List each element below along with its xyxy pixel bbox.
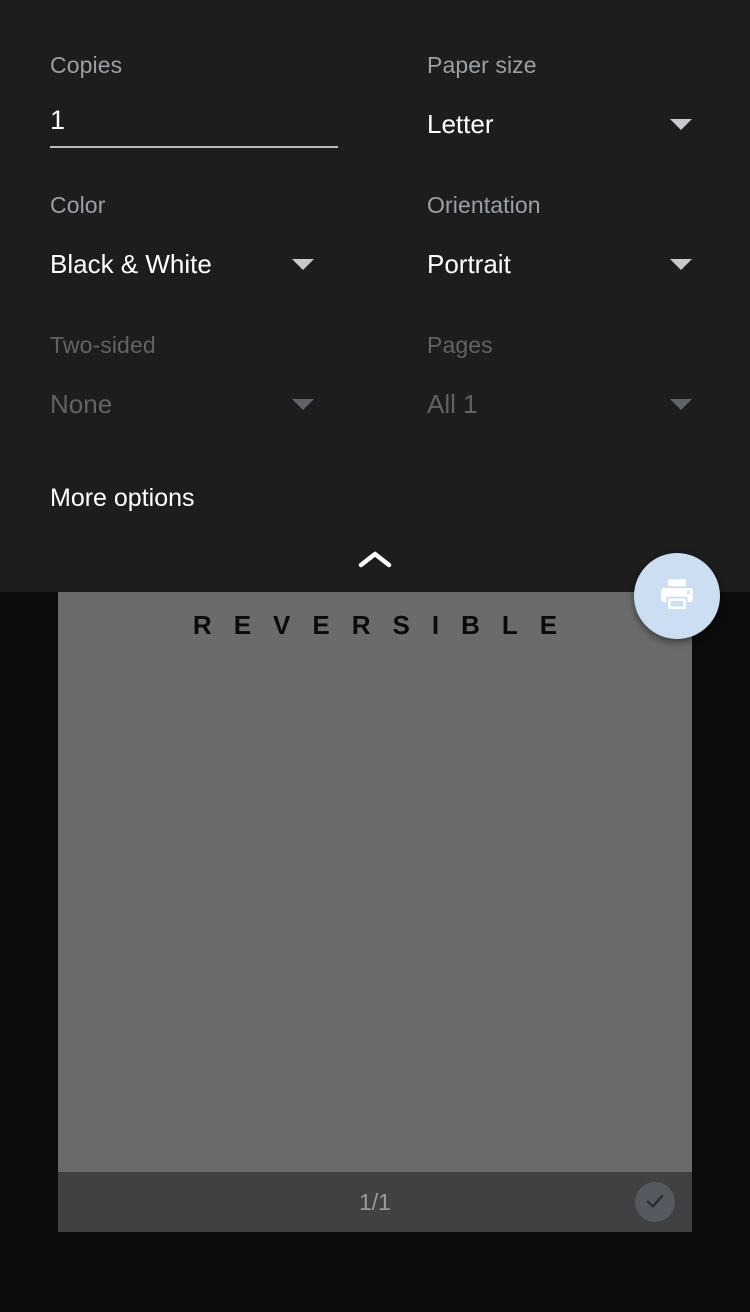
page-counter: 1/1	[359, 1188, 391, 1215]
pages-dropdown: All 1	[427, 389, 692, 420]
paper-size-field: Paper size Letter	[427, 52, 692, 140]
two-sided-label: Two-sided	[50, 332, 156, 358]
color-dropdown[interactable]: Black & White	[50, 249, 314, 280]
copies-input[interactable]	[50, 105, 338, 148]
preview-toolbar: 1/1	[58, 1172, 692, 1232]
pages-field: Pages All 1	[427, 332, 692, 420]
orientation-label: Orientation	[427, 192, 541, 218]
color-field: Color Black & White	[50, 192, 314, 280]
two-sided-field: Two-sided None	[50, 332, 314, 420]
print-settings-panel: Copies Paper size Letter Color Black & W…	[0, 0, 750, 592]
collapse-panel-button[interactable]	[335, 536, 415, 584]
print-preview-screen: Copies Paper size Letter Color Black & W…	[0, 0, 750, 1312]
orientation-dropdown[interactable]: Portrait	[427, 249, 692, 280]
paper-size-value: Letter	[427, 109, 494, 139]
chevron-down-icon	[670, 399, 692, 410]
chevron-up-icon	[358, 550, 392, 570]
document-title-text: REVERSIBLE	[192, 610, 580, 640]
orientation-field: Orientation Portrait	[427, 192, 692, 280]
chevron-down-icon	[292, 259, 314, 270]
printer-icon	[656, 574, 698, 619]
page-preview[interactable]: REVERSIBLE	[58, 592, 692, 1232]
paper-size-dropdown[interactable]: Letter	[427, 109, 692, 140]
pages-label: Pages	[427, 332, 493, 358]
more-options-button[interactable]: More options	[50, 484, 195, 513]
orientation-value: Portrait	[427, 249, 511, 279]
page-select-checkbox[interactable]	[635, 1182, 675, 1222]
pages-value: All 1	[427, 389, 478, 419]
copies-field: Copies	[50, 52, 338, 148]
two-sided-dropdown: None	[50, 389, 314, 420]
chevron-down-icon	[670, 119, 692, 130]
color-value: Black & White	[50, 249, 212, 279]
check-circle-icon	[642, 1188, 668, 1217]
color-label: Color	[50, 192, 106, 218]
print-button[interactable]	[634, 553, 720, 639]
chevron-down-icon	[292, 399, 314, 410]
paper-size-label: Paper size	[427, 52, 537, 78]
document-preview-area: REVERSIBLE 1/1	[0, 592, 750, 1312]
chevron-down-icon	[670, 259, 692, 270]
two-sided-value: None	[50, 389, 113, 419]
copies-label: Copies	[50, 52, 123, 78]
